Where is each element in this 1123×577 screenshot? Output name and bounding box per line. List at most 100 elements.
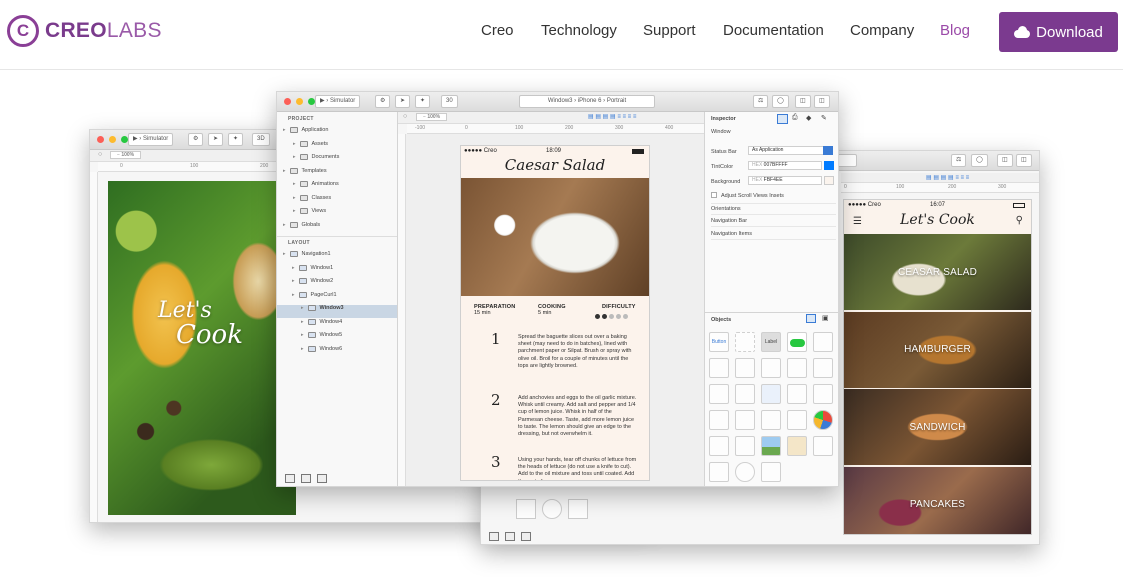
mode-badge[interactable]: 3D <box>252 133 270 146</box>
pie-chart-icon[interactable] <box>813 410 833 430</box>
project-tree-item[interactable]: ▸ Documents <box>293 154 339 160</box>
send-icon[interactable]: ➤ <box>208 133 224 146</box>
simulator-button[interactable]: ▶ › Simulator <box>315 95 361 108</box>
nav-link-documentation[interactable]: Documentation <box>723 22 824 39</box>
gear-icon[interactable]: ⚙ <box>375 95 391 108</box>
rect-shape-icon[interactable] <box>516 499 536 519</box>
switch-object[interactable] <box>787 332 807 352</box>
lock-icon[interactable]: ◆ <box>806 114 811 122</box>
layout-tree-item[interactable]: ▸ Window4 <box>301 318 342 325</box>
adjust-checkbox[interactable] <box>711 192 717 198</box>
searchbar-object[interactable] <box>735 410 755 430</box>
stepper-object[interactable] <box>787 358 807 378</box>
recipe-list-item[interactable]: PANCAKES <box>844 466 1031 534</box>
record-icon[interactable]: ◯ <box>772 95 789 108</box>
layout-tree-item[interactable]: ▸ Navigation1 <box>283 251 331 257</box>
left-panel-icon[interactable]: ◫ <box>795 95 811 108</box>
slider-object[interactable] <box>813 332 833 352</box>
simulator-button[interactable]: ▶ › Simulator <box>128 133 174 146</box>
minimize-dot-icon[interactable] <box>296 98 303 105</box>
zoom-field[interactable]: − 100% <box>416 113 448 121</box>
inspect-icon[interactable]: ⚖ <box>951 154 967 167</box>
zoom-field[interactable]: − 100% <box>110 151 142 159</box>
inspector-tab-icon[interactable] <box>777 114 788 124</box>
tint-swatch[interactable] <box>824 161 834 170</box>
project-tree-item[interactable]: ▸ Animations <box>293 181 339 187</box>
zoom-dot-icon[interactable] <box>121 136 128 143</box>
recipe-list-item[interactable]: SANDWICH <box>844 389 1031 465</box>
layout-tree-item[interactable]: ▸ Window2 <box>292 278 333 284</box>
objects-tab-icon[interactable] <box>806 314 816 323</box>
add-window-icon[interactable] <box>285 474 295 483</box>
project-tree-item[interactable]: ▸ Views <box>293 208 326 214</box>
project-tree-item[interactable]: ▸ Classes <box>293 194 331 201</box>
nav-link-blog[interactable]: Blog <box>940 22 970 39</box>
project-tree-item[interactable]: ▸ Globals <box>283 221 320 228</box>
table-object[interactable] <box>709 384 729 404</box>
layout-tree-item[interactable]: ▸ Window6 <box>301 345 342 352</box>
minimize-dot-icon[interactable] <box>109 136 116 143</box>
textarea-object[interactable] <box>761 410 781 430</box>
layout-tree-item[interactable]: ▸ PageCurl1 <box>292 291 337 298</box>
chevron-updown-icon[interactable] <box>823 146 833 155</box>
brand-logo[interactable]: C CREOLABS <box>7 14 162 48</box>
search-icon[interactable]: ⚲ <box>1016 215 1023 226</box>
project-tree-item[interactable]: ▸ Templates <box>283 167 327 174</box>
project-tree-item[interactable]: ▸ Application <box>283 127 328 133</box>
compass-icon[interactable] <box>761 384 781 404</box>
pencil-icon[interactable]: ✎ <box>821 114 827 122</box>
textview-object[interactable] <box>709 410 729 430</box>
orientations-row[interactable]: Orientations <box>711 203 836 215</box>
navitems-row[interactable]: Navigation Items <box>711 228 836 240</box>
right-panel-icon[interactable]: ◫ <box>1016 154 1032 167</box>
landscape-icon[interactable] <box>761 436 781 456</box>
progress-object[interactable] <box>735 358 755 378</box>
record-icon[interactable]: ◯ <box>971 154 988 167</box>
nav-link-support[interactable]: Support <box>643 22 696 39</box>
polygon-shape-icon[interactable] <box>761 462 781 482</box>
add-nav-icon[interactable] <box>505 532 515 541</box>
collection-object[interactable] <box>735 384 755 404</box>
project-tree-item[interactable]: ▸ Assets <box>293 140 328 147</box>
button-object[interactable]: Button <box>709 332 729 352</box>
media-object[interactable] <box>735 436 755 456</box>
line-object[interactable] <box>813 436 833 456</box>
print-icon[interactable]: ⎙ <box>792 114 798 122</box>
layout-tree-item[interactable]: ▸ Window1 <box>292 264 333 271</box>
label-object[interactable]: Label <box>761 332 781 352</box>
map-object[interactable] <box>787 436 807 456</box>
wand-icon[interactable]: ✦ <box>228 133 244 146</box>
layout-tree-item[interactable]: ▸ Window3 <box>301 305 344 311</box>
recipe-list-item[interactable]: CEASAR SALAD <box>844 234 1031 310</box>
align-tools[interactable]: ▤ ▤ ▤ ▤ ≡ ≡ ≡ ≡ <box>588 113 636 120</box>
textfield-object[interactable] <box>709 358 729 378</box>
download-button[interactable]: Download <box>999 12 1118 52</box>
background-swatch[interactable] <box>824 176 834 185</box>
mode-badge[interactable]: 30 <box>441 95 458 108</box>
send-icon[interactable]: ➤ <box>395 95 411 108</box>
tint-field[interactable]: HEX 007BFFFF <box>748 161 822 170</box>
add-page-icon[interactable] <box>521 532 531 541</box>
image-object[interactable] <box>709 436 729 456</box>
view-object[interactable] <box>735 332 755 352</box>
share-icon[interactable] <box>813 384 833 404</box>
add-window-icon[interactable] <box>489 532 499 541</box>
background-field[interactable]: HEX FBF4EE <box>748 176 822 185</box>
status-bar-select[interactable]: As Application <box>748 146 833 155</box>
left-panel-icon[interactable]: ◫ <box>997 154 1013 167</box>
zoom-dot-icon[interactable] <box>308 98 315 105</box>
align-tools[interactable]: ▤ ▤ ▤ ▤ ≡ ≡ ≡ <box>841 173 1039 183</box>
wand-icon[interactable]: ✦ <box>415 95 431 108</box>
font-object[interactable] <box>787 384 807 404</box>
search-icon[interactable]: ○ <box>403 113 407 120</box>
nav-link-company[interactable]: Company <box>850 22 914 39</box>
inspect-icon[interactable]: ⚖ <box>753 95 769 108</box>
recipe-list-item[interactable]: HAMBURGER <box>844 311 1031 388</box>
polygon-shape-icon[interactable] <box>568 499 588 519</box>
gear-icon[interactable]: ⚙ <box>188 133 204 146</box>
nav-link-creo[interactable]: Creo <box>481 22 514 39</box>
rect-shape-icon[interactable] <box>709 462 729 482</box>
search-icon[interactable]: ○ <box>98 151 102 158</box>
add-nav-icon[interactable] <box>301 474 311 483</box>
image-tab-icon[interactable]: ▣ <box>822 314 829 322</box>
